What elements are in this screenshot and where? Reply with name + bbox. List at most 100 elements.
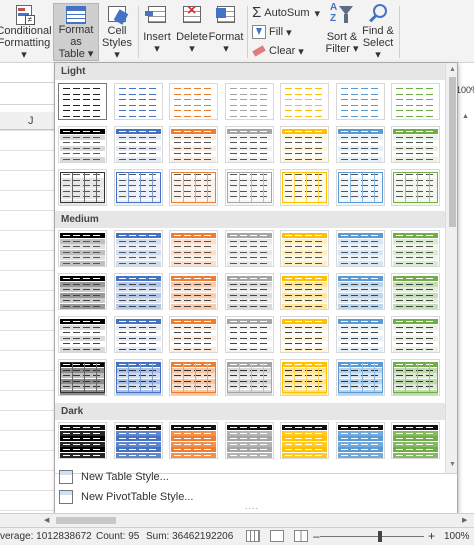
table-style-swatch[interactable] [224,83,274,120]
table-style-swatch[interactable] [113,316,163,353]
table-style-swatch[interactable] [280,273,329,310]
clear-button[interactable]: Clear ▾ [252,43,304,59]
table-style-swatch[interactable] [280,169,329,206]
cell-styles-button[interactable]: Cell Styles ▾ [99,3,135,61]
table-style-swatch[interactable] [113,273,163,310]
page-break-view-icon[interactable] [294,530,308,542]
table-style-swatch[interactable] [58,359,107,396]
zoom-in-button[interactable]: + [428,529,435,543]
zoom-box[interactable]: 100% [456,85,474,95]
table-style-swatch[interactable] [224,230,274,267]
table-style-swatch[interactable] [224,359,274,396]
table-style-swatch[interactable] [391,83,440,120]
zoom-slider[interactable] [320,536,424,537]
zoom-level[interactable]: 100% [444,531,470,542]
table-style-swatch[interactable] [391,273,440,310]
table-style-swatch[interactable] [391,169,440,206]
table-style-swatch[interactable] [280,359,329,396]
scroll-up-icon[interactable]: ▲ [462,113,469,120]
table-style-swatch[interactable] [391,359,440,396]
table-style-swatch[interactable] [58,273,107,310]
scroll-down-arrow-icon[interactable]: ▼ [449,461,456,468]
insert-button[interactable]: Insert ▾ [140,3,174,61]
eraser-icon [252,44,266,58]
table-style-swatch[interactable] [280,126,329,163]
table-style-swatch[interactable] [58,169,107,206]
fill-button[interactable]: Fill ▾ [252,24,292,40]
new-table-style-item[interactable]: New Table Style... [55,467,445,487]
table-style-swatch[interactable] [169,169,218,206]
delete-button[interactable]: × Delete ▾ [174,3,210,61]
table-style-swatch[interactable] [58,126,107,163]
zoom-slider-thumb[interactable] [378,531,382,542]
column-header[interactable]: J [0,112,55,130]
find-select-button[interactable]: Find & Select ▾ [360,3,396,61]
sort-filter-button[interactable]: A Z Sort & Filter ▾ [324,3,360,61]
table-style-swatch[interactable] [58,83,107,120]
table-style-swatch[interactable] [58,230,107,267]
table-style-swatch[interactable] [280,83,329,120]
autosum-button[interactable]: Σ AutoSum ▾ [252,5,320,21]
table-style-swatch[interactable] [335,422,385,459]
gallery-scrollbar[interactable]: ▲ ▼ [445,63,457,473]
format-as-table-button[interactable]: Format as Table ▾ [53,3,99,61]
table-style-swatch[interactable] [169,359,218,396]
sigma-icon: Σ [252,4,262,21]
scroll-right-icon[interactable]: ▶ [462,516,467,524]
table-style-swatch[interactable] [169,83,218,120]
table-style-swatch[interactable] [113,83,163,120]
table-style-swatch[interactable] [391,422,440,459]
table-style-swatch[interactable] [113,422,163,459]
table-style-swatch[interactable] [280,316,329,353]
table-style-swatch[interactable] [224,422,274,459]
table-style-swatch[interactable] [391,230,440,267]
table-style-swatch[interactable] [224,316,274,353]
table-style-swatch[interactable] [280,230,329,267]
table-style-swatch[interactable] [335,169,385,206]
new-pivottable-style-icon [59,490,73,504]
cell-styles-icon [104,3,130,25]
zoom-out-button[interactable]: – [313,529,320,543]
table-style-swatch[interactable] [113,169,163,206]
table-style-swatch[interactable] [169,230,218,267]
section-medium: Medium [55,211,445,228]
section-dark: Dark [55,403,445,420]
status-average: verage: 1012838672 [0,531,92,542]
table-style-swatch[interactable] [169,273,218,310]
table-style-swatch[interactable] [224,169,274,206]
table-style-swatch[interactable] [335,126,385,163]
insert-icon [144,3,170,27]
table-style-swatch[interactable] [280,422,329,459]
table-styles-gallery: Light Medium Dark ▲ ▼ New Table Style...… [54,62,458,514]
table-style-swatch[interactable] [113,230,163,267]
table-style-swatch[interactable] [169,316,218,353]
scroll-up-arrow-icon[interactable]: ▲ [449,66,456,73]
resize-grip[interactable]: .... [245,501,259,511]
format-button[interactable]: Format ▾ [208,3,244,61]
table-style-swatch[interactable] [224,273,274,310]
horizontal-scrollbar[interactable]: ◀ ▶ [0,513,474,527]
scroll-thumb[interactable] [449,77,456,227]
table-style-swatch[interactable] [335,273,385,310]
hscroll-thumb[interactable] [56,517,116,524]
sort-filter-icon: A Z [329,3,355,27]
table-style-swatch[interactable] [58,422,107,459]
table-style-swatch[interactable] [335,230,385,267]
conditional-formatting-button[interactable]: ≠ Conditional Formatting ▾ [0,3,52,61]
table-style-swatch[interactable] [335,359,385,396]
table-style-swatch[interactable] [335,83,385,120]
table-style-swatch[interactable] [224,126,274,163]
table-style-swatch[interactable] [113,126,163,163]
table-style-swatch[interactable] [113,359,163,396]
page-layout-view-icon[interactable] [270,530,284,542]
table-style-swatch[interactable] [169,422,218,459]
table-style-swatch[interactable] [58,316,107,353]
table-icon [63,4,89,24]
table-style-swatch[interactable] [391,316,440,353]
table-style-swatch[interactable] [169,126,218,163]
scroll-left-icon[interactable]: ◀ [44,516,49,524]
normal-view-icon[interactable] [246,530,260,542]
column-header-j[interactable]: J [28,115,34,127]
table-style-swatch[interactable] [391,126,440,163]
table-style-swatch[interactable] [335,316,385,353]
